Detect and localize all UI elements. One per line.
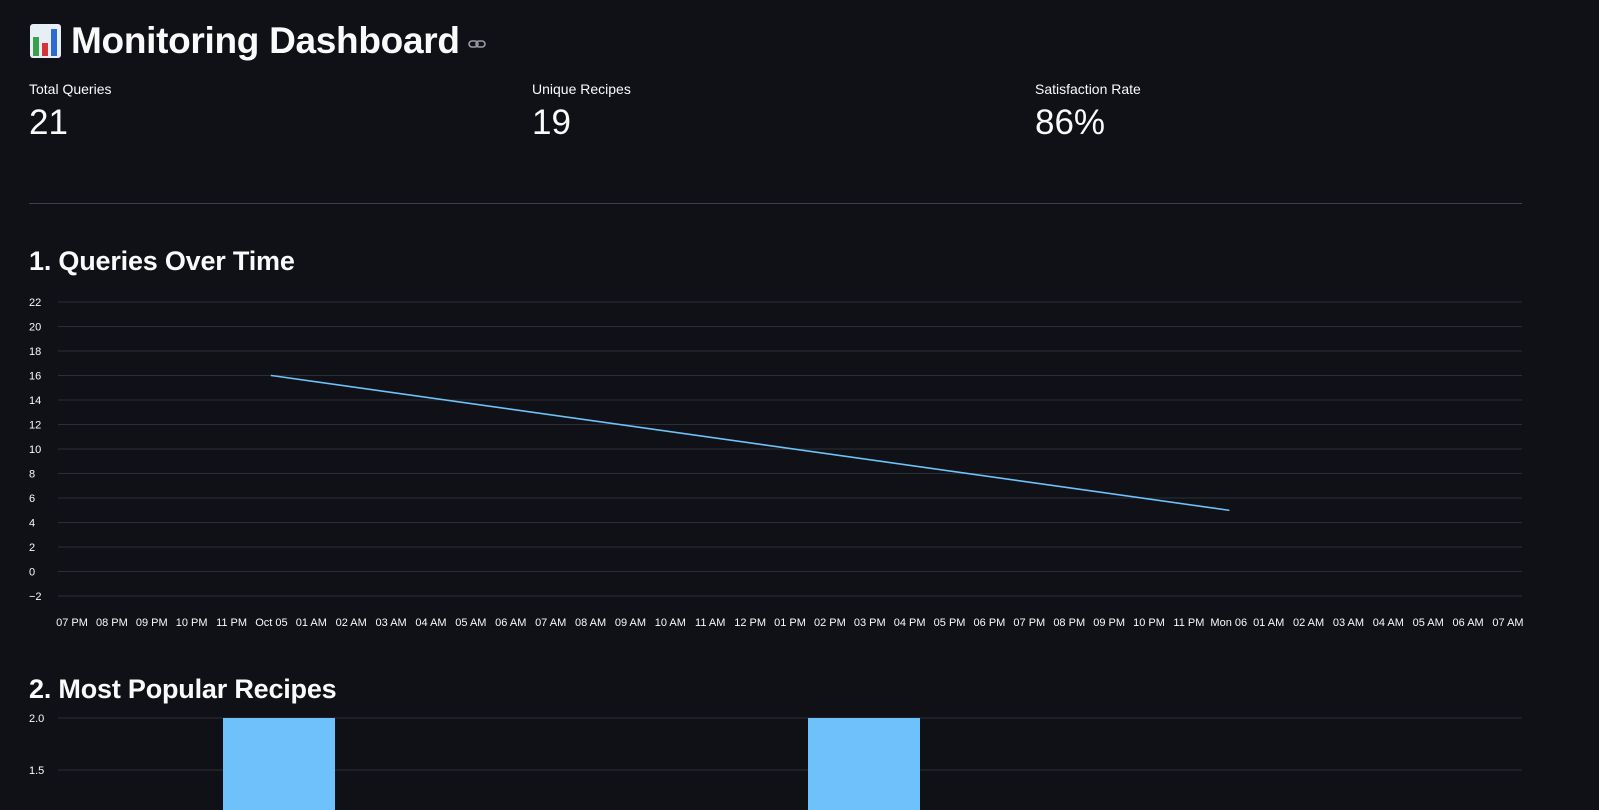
x-tick-label: 10 PM xyxy=(176,617,208,629)
x-tick-label: 12 PM xyxy=(734,617,766,629)
x-tick-label: 01 PM xyxy=(774,617,806,629)
x-tick-label: 10 PM xyxy=(1133,617,1165,629)
y-tick-label: 22 xyxy=(29,297,41,309)
x-tick-label: 11 AM xyxy=(695,617,725,629)
y-tick-label: 6 xyxy=(29,493,35,505)
bar xyxy=(223,718,335,810)
popular-recipes-chart[interactable]: 1.5 2.0 xyxy=(0,712,1599,810)
y-tick-label: 4 xyxy=(29,518,35,530)
x-tick-label: 02 AM xyxy=(1293,617,1324,629)
x-tick-label: 05 AM xyxy=(455,617,486,629)
x-tick-label: 03 AM xyxy=(376,617,407,629)
section-heading-popular-recipes: 2. Most Popular Recipes xyxy=(29,674,337,704)
dashboard-page: Monitoring Dashboard Total Queries 21 Un… xyxy=(0,0,1599,810)
x-tick-label: 07 AM xyxy=(535,617,566,629)
x-tick-label: 09 PM xyxy=(1093,617,1125,629)
y-tick-label: 12 xyxy=(29,420,41,432)
metric-label: Unique Recipes xyxy=(532,81,631,97)
x-tick-label: 04 PM xyxy=(894,617,926,629)
series-line xyxy=(271,374,1229,512)
y-tick-label: 10 xyxy=(29,444,41,456)
y-tick-label: 16 xyxy=(29,371,41,383)
x-tick-label: 07 PM xyxy=(1013,617,1045,629)
metric-label: Total Queries xyxy=(29,81,112,97)
x-tick-label: 02 AM xyxy=(336,617,367,629)
x-tick-label: 11 PM xyxy=(1173,617,1204,629)
x-tick-label: Oct 05 xyxy=(255,617,287,629)
metric-satisfaction-rate: Satisfaction Rate 86% xyxy=(1035,81,1141,143)
metric-value: 19 xyxy=(532,103,571,142)
y-tick-label: 8 xyxy=(29,469,35,481)
x-tick-label: 09 PM xyxy=(136,617,168,629)
page-title: Monitoring Dashboard xyxy=(71,20,460,61)
metric-label: Satisfaction Rate xyxy=(1035,81,1141,97)
y-tick-label: −2 xyxy=(29,591,42,603)
x-tick-label: 02 PM xyxy=(814,617,846,629)
y-tick-label: 20 xyxy=(29,322,41,334)
x-tick-label: 08 PM xyxy=(1053,617,1085,629)
x-tick-label: 06 AM xyxy=(495,617,526,629)
x-tick-label: 11 PM xyxy=(216,617,247,629)
x-tick-label: 05 AM xyxy=(1413,617,1444,629)
x-tick-label: 10 AM xyxy=(655,617,686,629)
x-tick-label: 08 AM xyxy=(575,617,606,629)
metric-value: 21 xyxy=(29,103,68,142)
x-tick-label: 07 PM xyxy=(56,617,88,629)
x-tick-label: 06 PM xyxy=(974,617,1006,629)
x-tick-label: 06 AM xyxy=(1453,617,1484,629)
header: Monitoring Dashboard xyxy=(29,16,486,66)
data-point xyxy=(270,374,273,377)
y-tick-label: 18 xyxy=(29,346,41,358)
data-point xyxy=(1227,509,1230,512)
divider xyxy=(29,203,1522,204)
x-tick-label: 03 PM xyxy=(854,617,886,629)
bar xyxy=(808,718,920,810)
metric-total-queries: Total Queries 21 xyxy=(29,81,111,143)
metric-unique-recipes: Unique Recipes 19 xyxy=(532,81,631,143)
link-icon[interactable] xyxy=(467,37,486,51)
queries-over-time-chart[interactable]: −2 0 2 4 6 8 10 12 14 16 18 20 22 07 PM 08 PM 09 PM 10 P… xyxy=(0,290,1599,635)
section-heading-queries-over-time: 1. Queries Over Time xyxy=(29,246,295,276)
x-tick-label: 07 AM xyxy=(1492,617,1523,629)
x-tick-label: 01 AM xyxy=(1253,617,1284,629)
x-tick-label: Mon 06 xyxy=(1210,617,1247,629)
x-tick-label: 08 PM xyxy=(96,617,128,629)
y-tick-label: 14 xyxy=(29,395,41,407)
x-tick-label: 04 AM xyxy=(415,617,446,629)
y-tick-label: 2.0 xyxy=(29,713,44,725)
bar-chart-emoji-icon xyxy=(30,24,61,58)
x-tick-label: 09 AM xyxy=(615,617,646,629)
x-tick-label: 04 AM xyxy=(1373,617,1404,629)
metric-value: 86% xyxy=(1035,103,1106,142)
y-tick-label: 1.5 xyxy=(29,765,44,777)
y-tick-label: 2 xyxy=(29,542,35,554)
y-tick-label: 0 xyxy=(29,567,35,579)
x-tick-label: 03 AM xyxy=(1333,617,1364,629)
x-tick-label: 01 AM xyxy=(296,617,327,629)
x-tick-label: 05 PM xyxy=(934,617,966,629)
